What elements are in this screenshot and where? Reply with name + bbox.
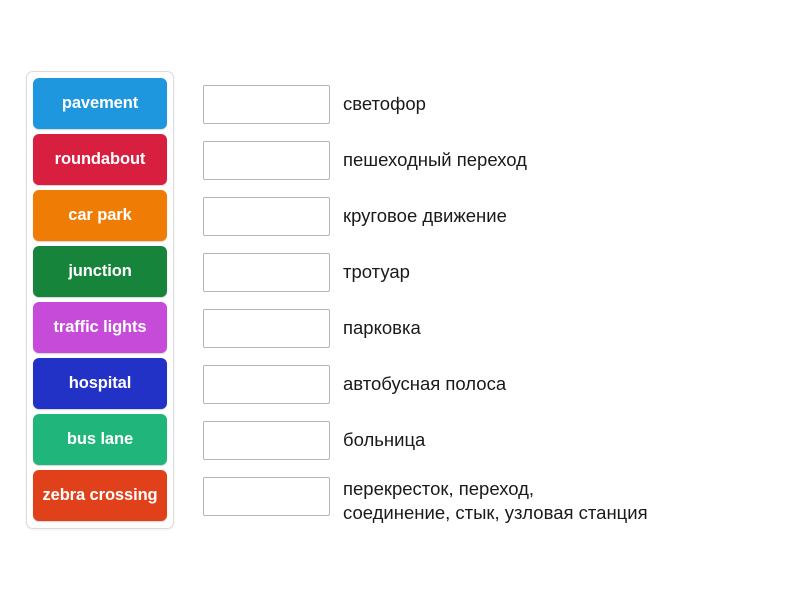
word-tile[interactable]: traffic lights (33, 302, 167, 353)
draggable-word-tiles-panel: pavement roundabout car park junction traffi… (26, 71, 174, 529)
word-tile[interactable]: pavement (33, 78, 167, 129)
word-tile[interactable]: junction (33, 246, 167, 297)
definition-text: светофор (343, 93, 426, 114)
definition-text: круговое движение (343, 205, 507, 226)
answer-dropzone[interactable] (203, 141, 330, 180)
answer-rows-list: светофор пешеходный переход круговое движе… (203, 85, 778, 527)
answer-dropzone[interactable] (203, 85, 330, 124)
answer-dropzone[interactable] (203, 477, 330, 516)
answer-dropzone[interactable] (203, 309, 330, 348)
definition-text: автобусная полоса (343, 373, 507, 394)
answer-row: больница (203, 421, 778, 460)
answer-row: автобусная полоса (203, 365, 778, 404)
word-tile[interactable]: car park (33, 190, 167, 241)
word-tile[interactable]: bus lane (33, 414, 167, 465)
answer-row: перекресток, переход, соединение, стык, … (203, 477, 778, 527)
answer-dropzone[interactable] (203, 365, 330, 404)
answer-dropzone[interactable] (203, 197, 330, 236)
word-tile[interactable]: zebra crossing (33, 470, 167, 521)
answer-row: тротуар (203, 253, 778, 292)
definition-text: пешеходный переход (343, 149, 527, 170)
definition-text: перекресток, переход, соединение, стык, … (343, 478, 648, 523)
answer-row: парковка (203, 309, 778, 348)
word-tile[interactable]: hospital (33, 358, 167, 409)
activity-stage: pavement roundabout car park junction traffi… (0, 0, 800, 600)
answer-row: круговое движение (203, 197, 778, 236)
answer-row: светофор (203, 85, 778, 124)
definition-text: тротуар (343, 261, 410, 282)
answer-dropzone[interactable] (203, 421, 330, 460)
answer-row: пешеходный переход (203, 141, 778, 180)
answer-dropzone[interactable] (203, 253, 330, 292)
definition-text: больница (343, 429, 426, 450)
word-tile[interactable]: roundabout (33, 134, 167, 185)
definition-text: парковка (343, 317, 421, 338)
